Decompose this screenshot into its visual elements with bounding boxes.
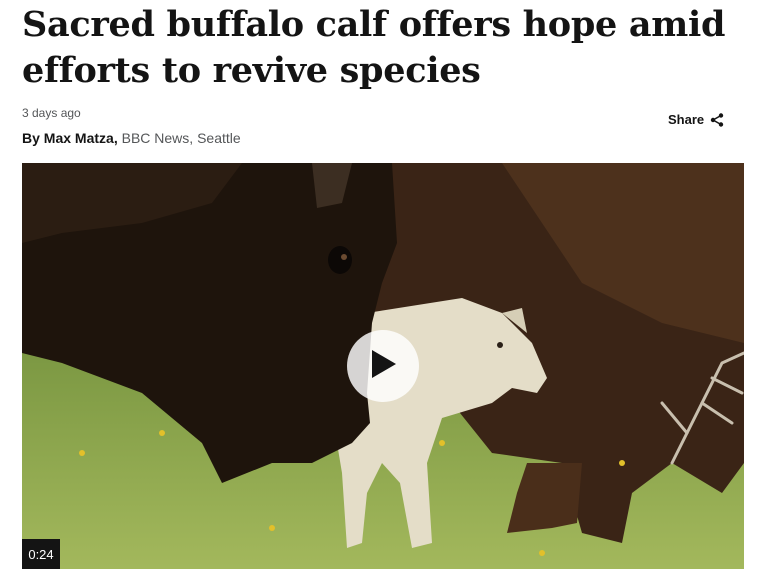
share-icon xyxy=(710,112,724,127)
video-duration: 0:24 xyxy=(22,539,60,569)
share-button[interactable]: Share xyxy=(668,112,724,127)
play-button[interactable] xyxy=(347,330,419,402)
byline-prefix: By xyxy=(22,130,44,146)
byline-separator: , xyxy=(113,130,118,146)
outlet-name: BBC News xyxy=(121,130,190,146)
author-name[interactable]: Max Matza xyxy=(44,130,114,146)
location: Seattle xyxy=(197,130,241,146)
headline: Sacred buffalo calf offers hope amid eff… xyxy=(22,4,726,91)
timestamp: 3 days ago xyxy=(22,106,81,120)
video-player[interactable]: 0:24 xyxy=(22,163,744,569)
byline-comma: , xyxy=(189,130,198,146)
play-icon xyxy=(368,348,398,385)
share-label: Share xyxy=(668,112,705,127)
byline: By Max Matza, BBC News, Seattle xyxy=(22,130,241,146)
